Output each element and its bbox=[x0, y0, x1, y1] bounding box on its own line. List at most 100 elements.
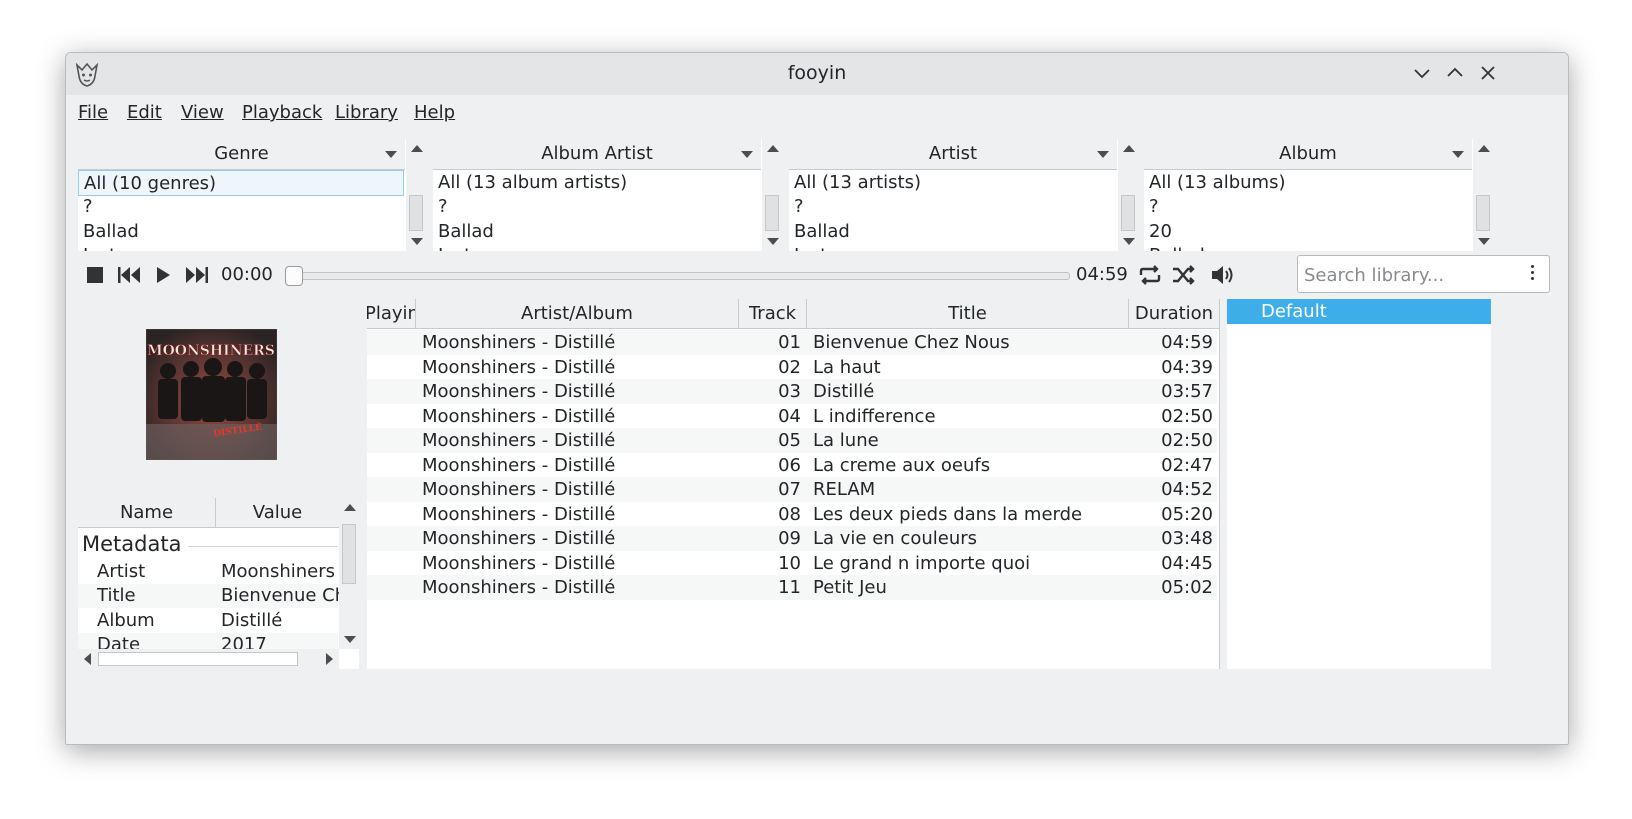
minimize-icon[interactable] bbox=[1408, 59, 1436, 87]
table-row[interactable]: Moonshiners - Distillé 04 L indifference 02… bbox=[367, 404, 1217, 429]
album-scrollbar[interactable] bbox=[1473, 139, 1493, 251]
scroll-down-icon[interactable] bbox=[344, 636, 356, 643]
scroll-up-icon[interactable] bbox=[1478, 145, 1490, 152]
table-row[interactable]: Moonshiners - Distillé 01 Bienvenue Chez N… bbox=[367, 330, 1217, 355]
filter-row[interactable]: Instr bbox=[433, 243, 759, 251]
column-title[interactable]: Title bbox=[806, 299, 1128, 329]
cell-duration: 04:39 bbox=[1161, 356, 1213, 378]
table-row[interactable]: Moonshiners - Distillé 07 RELAM 04:52 bbox=[367, 477, 1217, 502]
filter-row[interactable]: Ballad bbox=[433, 219, 759, 245]
cell-track: 07 bbox=[778, 479, 801, 500]
filter-row[interactable]: Ballad bbox=[1144, 243, 1470, 251]
genre-scrollbar[interactable] bbox=[406, 139, 426, 251]
album-art: MOONSHINERS DISTILLÉ bbox=[146, 329, 277, 460]
artist-filter-header[interactable]: Artist bbox=[789, 139, 1117, 170]
menu-playback[interactable]: Playback bbox=[242, 102, 322, 123]
column-playing[interactable]: Playing bbox=[367, 299, 415, 329]
cell-artist-album: Moonshiners - Distillé bbox=[422, 356, 616, 378]
search-input[interactable] bbox=[1302, 262, 1516, 288]
playlist-view: Playing Artist/Album Track Title Duratio… bbox=[367, 299, 1220, 669]
properties-section-title: Metadata bbox=[82, 532, 182, 556]
filter-row[interactable]: All (10 genres) bbox=[78, 170, 404, 196]
album-artist-scrollbar[interactable] bbox=[762, 139, 782, 251]
cell-artist-album: Moonshiners - Distillé bbox=[422, 503, 616, 525]
repeat-icon[interactable] bbox=[1136, 253, 1164, 297]
close-icon[interactable] bbox=[1474, 59, 1502, 87]
scroll-left-icon[interactable] bbox=[84, 653, 91, 665]
filter-row[interactable]: ? bbox=[78, 194, 404, 220]
cell-title: La haut bbox=[813, 356, 881, 378]
stop-icon[interactable] bbox=[82, 253, 108, 297]
play-icon[interactable] bbox=[151, 253, 175, 297]
cell-track: 01 bbox=[778, 332, 801, 353]
scroll-down-icon[interactable] bbox=[767, 238, 779, 245]
column-track[interactable]: Track bbox=[738, 299, 806, 329]
filter-row[interactable]: ? bbox=[789, 194, 1115, 220]
scroll-right-icon[interactable] bbox=[326, 653, 333, 665]
properties-panel: Name Value Metadata Artist Moonshiners Ti… bbox=[78, 498, 359, 669]
previous-icon[interactable] bbox=[115, 253, 143, 297]
title-bar[interactable]: fooyin bbox=[66, 53, 1568, 95]
properties-header-name[interactable]: Name bbox=[78, 498, 215, 528]
table-row[interactable]: Moonshiners - Distillé 03 Distillé 03:57 bbox=[367, 379, 1217, 404]
properties-header-value[interactable]: Value bbox=[215, 498, 339, 528]
table-row[interactable]: Moonshiners - Distillé 08 Les deux pieds d… bbox=[367, 502, 1217, 527]
cell-title: La creme aux oeufs bbox=[813, 454, 991, 476]
menu-library[interactable]: Library bbox=[335, 102, 398, 123]
filter-row[interactable]: 20 bbox=[1144, 219, 1470, 245]
filter-row[interactable]: ? bbox=[433, 194, 759, 220]
scroll-up-icon[interactable] bbox=[767, 145, 779, 152]
column-duration[interactable]: Duration bbox=[1128, 299, 1219, 329]
column-artist-album[interactable]: Artist/Album bbox=[415, 299, 738, 329]
filter-row[interactable]: Ballad bbox=[78, 219, 404, 245]
next-icon[interactable] bbox=[183, 253, 211, 297]
cell-duration: 02:50 bbox=[1161, 430, 1213, 451]
properties-hscrollbar[interactable] bbox=[78, 649, 339, 669]
scroll-up-icon[interactable] bbox=[344, 504, 356, 511]
volume-icon[interactable] bbox=[1209, 253, 1239, 297]
sort-arrow-icon bbox=[741, 151, 753, 158]
filter-row[interactable]: ? bbox=[1144, 194, 1470, 220]
menu-view[interactable]: View bbox=[181, 102, 224, 123]
more-options-icon[interactable] bbox=[1531, 265, 1535, 283]
seek-handle[interactable] bbox=[285, 266, 303, 286]
main-window: fooyin File Edit View Playback Library H… bbox=[65, 52, 1569, 745]
scroll-down-icon[interactable] bbox=[1123, 238, 1135, 245]
properties-vscrollbar[interactable] bbox=[339, 498, 359, 649]
filter-row[interactable]: All (13 artists) bbox=[789, 170, 1115, 196]
shuffle-icon[interactable] bbox=[1170, 253, 1198, 297]
table-row[interactable]: Moonshiners - Distillé 10 Le grand n impor… bbox=[367, 551, 1217, 576]
filter-row[interactable]: Instr bbox=[789, 243, 1115, 251]
cell-duration: 04:59 bbox=[1161, 332, 1213, 353]
genre-filter-header[interactable]: Genre bbox=[78, 139, 405, 170]
seek-bar[interactable] bbox=[285, 266, 1070, 286]
filter-row[interactable]: Instr bbox=[78, 243, 404, 251]
album-artist-filter-header[interactable]: Album Artist bbox=[433, 139, 761, 170]
playlist-item-default[interactable]: Default bbox=[1227, 299, 1491, 324]
table-row[interactable]: Moonshiners - Distillé 05 La lune 02:50 bbox=[367, 428, 1217, 453]
menu-help[interactable]: Help bbox=[414, 102, 455, 123]
cell-duration: 03:48 bbox=[1161, 528, 1213, 549]
library-search[interactable] bbox=[1297, 255, 1550, 293]
album-filter-header[interactable]: Album bbox=[1144, 139, 1472, 170]
table-row[interactable]: Moonshiners - Distillé 06 La creme aux oeu… bbox=[367, 453, 1217, 478]
cell-track: 04 bbox=[778, 405, 801, 427]
artist-scrollbar[interactable] bbox=[1118, 139, 1138, 251]
table-row[interactable]: Moonshiners - Distillé 11 Petit Jeu 05:02 bbox=[367, 575, 1217, 600]
table-row[interactable]: Moonshiners - Distillé 09 La vie en couleu… bbox=[367, 526, 1217, 551]
menu-file[interactable]: File bbox=[78, 102, 108, 123]
property-row: Artist Moonshiners bbox=[97, 561, 336, 582]
cell-title: Bienvenue Chez Nous bbox=[813, 332, 1010, 353]
filter-row[interactable]: Ballad bbox=[789, 219, 1115, 245]
cell-duration: 03:57 bbox=[1161, 381, 1213, 402]
scroll-up-icon[interactable] bbox=[1123, 145, 1135, 152]
scroll-up-icon[interactable] bbox=[411, 145, 423, 152]
scroll-down-icon[interactable] bbox=[411, 238, 423, 245]
maximize-icon[interactable] bbox=[1441, 59, 1469, 87]
menu-edit[interactable]: Edit bbox=[127, 102, 162, 123]
current-time: 00:00 bbox=[221, 264, 273, 285]
filter-row[interactable]: All (13 album artists) bbox=[433, 170, 759, 196]
filter-row[interactable]: All (13 albums) bbox=[1144, 170, 1470, 196]
table-row[interactable]: Moonshiners - Distillé 02 La haut 04:39 bbox=[367, 355, 1217, 380]
scroll-down-icon[interactable] bbox=[1478, 238, 1490, 245]
